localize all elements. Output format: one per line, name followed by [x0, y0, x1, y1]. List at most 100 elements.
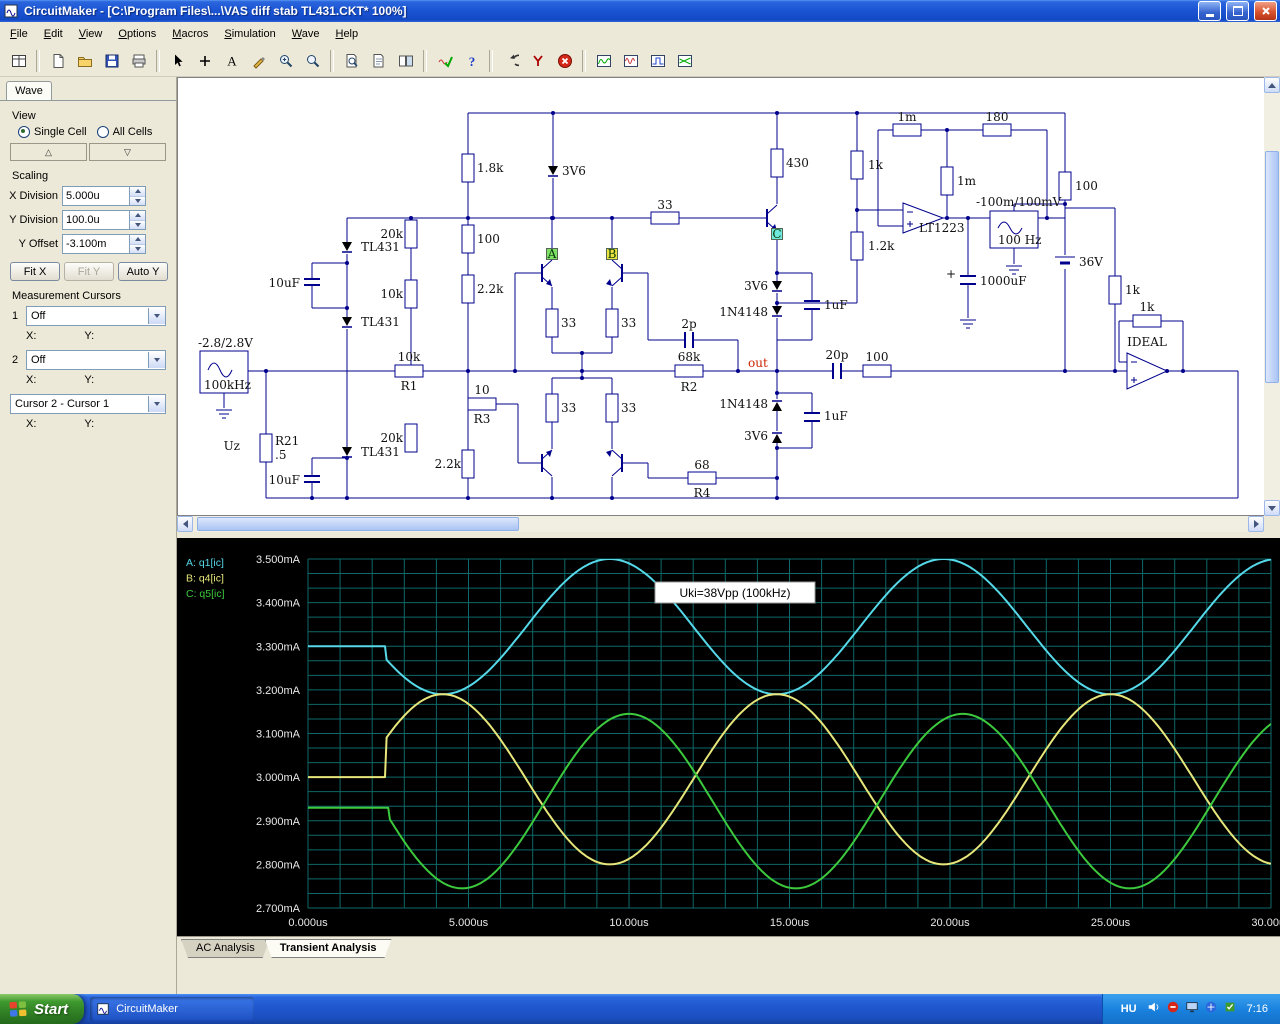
menu-options[interactable]: Options — [110, 24, 164, 44]
component-label: out — [748, 356, 768, 370]
new-button[interactable] — [44, 47, 71, 74]
print-button[interactable] — [125, 47, 152, 74]
cells-view-button[interactable] — [5, 47, 32, 74]
menu-edit[interactable]: Edit — [36, 24, 71, 44]
scrollbar-left-button[interactable] — [177, 516, 193, 532]
node-badge[interactable]: A — [547, 247, 557, 261]
refresh-view-button[interactable] — [365, 47, 392, 74]
scrollbar-up-button[interactable] — [1264, 77, 1280, 93]
radio-single-cell[interactable]: Single Cell — [18, 126, 87, 138]
view-options: Single Cell All Cells — [18, 126, 176, 138]
component-label: 1k — [1125, 283, 1141, 297]
simulation-check-button[interactable] — [431, 47, 458, 74]
scroll-down-button[interactable]: ▽ — [89, 143, 166, 161]
split-view-button[interactable] — [392, 47, 419, 74]
tray-network-icon[interactable] — [1204, 1000, 1218, 1019]
chevron-down-icon[interactable] — [148, 308, 165, 324]
cursor1-value: Off — [31, 310, 46, 322]
minimize-button[interactable] — [1198, 1, 1221, 21]
menu-help[interactable]: Help — [327, 24, 366, 44]
menu-file[interactable]: File — [2, 24, 36, 44]
spin-down-button[interactable] — [130, 220, 145, 229]
place-part-button[interactable] — [191, 47, 218, 74]
component-label: 3V6 — [744, 279, 768, 293]
x-division-label: X Division — [9, 190, 58, 202]
probe-button[interactable] — [524, 47, 551, 74]
system-tray: HU 7:16 — [1101, 994, 1280, 1024]
cursor2-number: 2 — [11, 354, 19, 366]
x-division-input[interactable] — [63, 187, 129, 205]
scope-button-3[interactable] — [644, 47, 671, 74]
spin-up-button[interactable] — [130, 187, 145, 197]
menu-macros[interactable]: Macros — [164, 24, 216, 44]
vertical-scrollbar-thumb[interactable] — [1265, 151, 1279, 383]
taskbar-task-circuitmaker[interactable]: CircuitMaker — [90, 997, 255, 1021]
component-label: 36V — [1079, 255, 1103, 269]
node-badge[interactable]: B — [608, 247, 617, 261]
stop-button[interactable] — [551, 47, 578, 74]
open-button[interactable] — [71, 47, 98, 74]
chevron-down-icon[interactable] — [148, 352, 165, 368]
component-label: 1m — [957, 174, 977, 188]
text-tool-button[interactable]: A — [218, 47, 245, 74]
scope-button-4[interactable] — [671, 47, 698, 74]
chevron-down-icon[interactable] — [148, 396, 165, 412]
close-button[interactable] — [1254, 1, 1277, 21]
scrollbar-right-button[interactable] — [1248, 516, 1265, 532]
language-indicator[interactable]: HU — [1117, 1001, 1141, 1017]
schematic-components — [199, 123, 1169, 485]
scope-button-2[interactable] — [617, 47, 644, 74]
taskbar: Start CircuitMaker HU 7:16 — [0, 994, 1280, 1024]
restore-button[interactable] — [1226, 1, 1249, 21]
clock[interactable]: 7:16 — [1247, 1003, 1268, 1015]
y-division-input[interactable] — [63, 211, 129, 229]
schematic-vertical-scrollbar[interactable] — [1264, 77, 1280, 516]
save-button[interactable] — [98, 47, 125, 74]
tray-antivirus-icon[interactable] — [1166, 1000, 1180, 1019]
radio-all-cells[interactable]: All Cells — [96, 126, 152, 138]
close-icon — [1261, 7, 1270, 15]
zoom-in-button[interactable] — [272, 47, 299, 74]
node-badge[interactable]: C — [772, 227, 781, 241]
app-icon — [4, 4, 18, 18]
component-label: -100m/100mV — [976, 195, 1062, 209]
transient-plot[interactable]: 3.500mA 3.400mA 3.300mA 3.200mA 3.100mA 3.000… — [177, 538, 1280, 936]
schematic-horizontal-scrollbar[interactable] — [177, 516, 1265, 532]
menu-simulation[interactable]: Simulation — [216, 24, 283, 44]
spin-up-button[interactable] — [130, 211, 145, 221]
spin-down-button[interactable] — [130, 196, 145, 205]
cursor-diff-select[interactable]: Cursor 2 - Cursor 1 — [10, 394, 166, 414]
tray-scheduler-icon[interactable] — [1223, 1000, 1237, 1019]
find-part-button[interactable] — [338, 47, 365, 74]
tray-display-icon[interactable] — [1185, 1000, 1199, 1019]
scrollbar-down-button[interactable] — [1264, 500, 1280, 516]
spin-up-button[interactable] — [130, 235, 145, 245]
menu-view[interactable]: View — [71, 24, 111, 44]
minimize-icon — [1205, 13, 1214, 17]
reset-button[interactable] — [497, 47, 524, 74]
scroll-up-button[interactable]: △ — [10, 143, 87, 161]
fit-x-button[interactable]: Fit X — [10, 262, 60, 281]
cursor1-select[interactable]: Off — [26, 306, 166, 326]
tab-ac-analysis[interactable]: AC Analysis — [181, 939, 270, 958]
menu-wave[interactable]: Wave — [284, 24, 328, 44]
spin-down-button[interactable] — [130, 244, 145, 253]
wave-panel-tab[interactable]: Wave — [6, 81, 52, 100]
start-button[interactable]: Start — [0, 994, 85, 1024]
cursor2-select[interactable]: Off — [26, 350, 166, 370]
component-label: 100 — [1075, 179, 1098, 193]
component-label: 100 — [477, 232, 500, 246]
scope-button-1[interactable] — [590, 47, 617, 74]
schematic-canvas[interactable]: A B C 1.8k 3V6 33 430 1k 1m 180 1m LT1223 -100m/100… — [178, 78, 1264, 515]
horizontal-scrollbar-thumb[interactable] — [197, 517, 519, 531]
wire-tool-button[interactable] — [245, 47, 272, 74]
fit-y-button[interactable]: Fit Y — [64, 262, 114, 281]
help-button[interactable]: ? — [458, 47, 485, 74]
diff-y-label: Y: — [84, 418, 95, 430]
select-tool-button[interactable] — [164, 47, 191, 74]
y-offset-input[interactable] — [63, 235, 129, 253]
auto-y-button[interactable]: Auto Y — [118, 262, 168, 281]
tray-volume-icon[interactable] — [1147, 1000, 1161, 1019]
tab-transient-analysis[interactable]: Transient Analysis — [265, 939, 392, 958]
zoom-tool-button[interactable] — [299, 47, 326, 74]
